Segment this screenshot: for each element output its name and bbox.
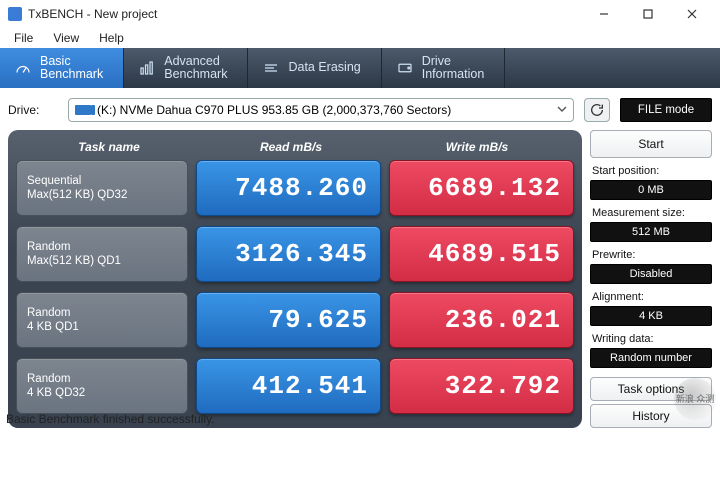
task-name-cell[interactable]: Random4 KB QD1 — [16, 292, 188, 348]
tab-label: DriveInformation — [422, 55, 485, 81]
erase-icon — [262, 59, 280, 77]
write-value: 4689.515 — [389, 226, 574, 282]
file-mode-button[interactable]: FILE mode — [620, 98, 712, 122]
content-area: Drive: (K:) NVMe Dahua C970 PLUS 953.85 … — [0, 88, 720, 428]
drive-label: Drive: — [8, 103, 58, 117]
alignment-value[interactable]: 4 KB — [590, 306, 712, 326]
tab-advanced-benchmark[interactable]: AdvancedBenchmark — [124, 48, 248, 88]
read-value: 79.625 — [196, 292, 381, 348]
window-title: TxBENCH - New project — [28, 7, 157, 21]
start-position-value[interactable]: 0 MB — [590, 180, 712, 200]
menu-file[interactable]: File — [6, 31, 41, 45]
titlebar: TxBENCH - New project — [0, 0, 720, 28]
drive-row: Drive: (K:) NVMe Dahua C970 PLUS 953.85 … — [8, 98, 712, 122]
start-position-label: Start position: — [590, 161, 712, 177]
maximize-button[interactable] — [626, 0, 670, 28]
disk-icon — [75, 105, 91, 115]
status-bar-text: Basic Benchmark finished successfully. — [6, 412, 215, 426]
sidebar: Start Start position: 0 MB Measurement s… — [590, 130, 712, 428]
read-value: 412.541 — [196, 358, 381, 414]
task-options-button[interactable]: Task options — [590, 377, 712, 401]
history-button[interactable]: History — [590, 404, 712, 428]
tab-basic-benchmark[interactable]: BasicBenchmark — [0, 48, 124, 88]
measurement-size-value[interactable]: 512 MB — [590, 222, 712, 242]
table-row: SequentialMax(512 KB) QD32 7488.260 6689… — [16, 160, 574, 216]
main-row: Task name Read mB/s Write mB/s Sequentia… — [8, 130, 712, 428]
tab-strip: BasicBenchmark AdvancedBenchmark Data Er… — [0, 48, 720, 88]
writing-data-value[interactable]: Random number — [590, 348, 712, 368]
gauge-icon — [14, 59, 32, 77]
results-header: Task name Read mB/s Write mB/s — [16, 138, 574, 160]
task-name-cell[interactable]: SequentialMax(512 KB) QD32 — [16, 160, 188, 216]
drive-icon — [396, 59, 414, 77]
write-value: 236.021 — [389, 292, 574, 348]
minimize-button[interactable] — [582, 0, 626, 28]
menubar: File View Help — [0, 28, 720, 48]
results-panel: Task name Read mB/s Write mB/s Sequentia… — [8, 130, 582, 428]
drive-selected-text: (K:) NVMe Dahua C970 PLUS 953.85 GB (2,0… — [97, 103, 451, 117]
table-row: Random4 KB QD1 79.625 236.021 — [16, 292, 574, 348]
task-name-cell[interactable]: RandomMax(512 KB) QD1 — [16, 226, 188, 282]
tab-label: AdvancedBenchmark — [164, 55, 227, 81]
read-value: 7488.260 — [196, 160, 381, 216]
start-button[interactable]: Start — [590, 130, 712, 158]
drive-select[interactable]: (K:) NVMe Dahua C970 PLUS 953.85 GB (2,0… — [68, 98, 574, 122]
task-name-cell[interactable]: Random4 KB QD32 — [16, 358, 188, 414]
measurement-size-label: Measurement size: — [590, 203, 712, 219]
chevron-down-icon — [557, 103, 567, 117]
read-value: 3126.345 — [196, 226, 381, 282]
tab-label: BasicBenchmark — [40, 55, 103, 81]
tab-drive-information[interactable]: DriveInformation — [382, 48, 506, 88]
bars-icon — [138, 59, 156, 77]
table-row: Random4 KB QD32 412.541 322.792 — [16, 358, 574, 414]
header-task: Task name — [20, 140, 198, 154]
menu-help[interactable]: Help — [91, 31, 132, 45]
write-value: 322.792 — [389, 358, 574, 414]
tab-data-erasing[interactable]: Data Erasing — [248, 48, 381, 88]
table-row: RandomMax(512 KB) QD1 3126.345 4689.515 — [16, 226, 574, 282]
prewrite-label: Prewrite: — [590, 245, 712, 261]
menu-view[interactable]: View — [45, 31, 87, 45]
tab-label: Data Erasing — [288, 61, 360, 74]
header-write: Write mB/s — [384, 140, 570, 154]
write-value: 6689.132 — [389, 160, 574, 216]
writing-data-label: Writing data: — [590, 329, 712, 345]
header-read: Read mB/s — [198, 140, 384, 154]
prewrite-value[interactable]: Disabled — [590, 264, 712, 284]
refresh-button[interactable] — [584, 98, 610, 122]
alignment-label: Alignment: — [590, 287, 712, 303]
close-button[interactable] — [670, 0, 714, 28]
app-icon — [8, 7, 22, 21]
